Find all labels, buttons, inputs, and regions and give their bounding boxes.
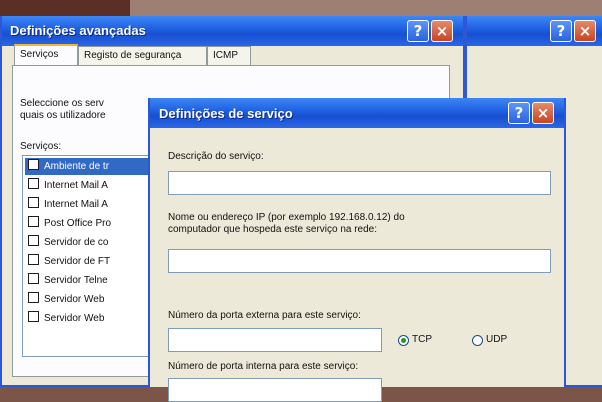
list-item[interactable]: Post Office Pro <box>25 215 153 232</box>
services-description: Seleccione os serv quais os utilizadore <box>20 98 106 121</box>
background-close-button[interactable]: × <box>574 20 596 42</box>
services-label: Serviços: <box>20 141 62 152</box>
advanced-settings-title: Definições avançadas <box>10 23 146 38</box>
service-description-input[interactable] <box>168 171 551 195</box>
external-port-input[interactable] <box>168 328 382 352</box>
services-list[interactable]: Ambiente de tr Internet Mail A Internet … <box>22 155 154 357</box>
udp-radio[interactable] <box>472 335 483 346</box>
close-icon: × <box>536 104 550 122</box>
host-address-input[interactable] <box>168 249 551 273</box>
list-item[interactable]: Servidor Telne <box>25 272 153 289</box>
list-item-label: Ambiente de tr <box>44 161 110 172</box>
service-settings-title: Definições de serviço <box>159 106 293 121</box>
tab-icmp[interactable]: ICMP <box>207 46 251 65</box>
list-item[interactable]: Ambiente de tr <box>25 158 153 175</box>
internal-port-input[interactable] <box>168 378 382 402</box>
checkbox[interactable] <box>28 178 39 189</box>
host-address-label: Nome ou endereço IP (por exemplo 192.168… <box>168 212 405 235</box>
internal-port-label: Número de porta interna para este serviç… <box>168 361 359 372</box>
list-item[interactable]: Servidor de co <box>25 234 153 251</box>
help-icon: ? <box>413 22 423 40</box>
list-item-label: Servidor Telne <box>44 275 108 286</box>
radio-selected-dot <box>401 338 406 343</box>
list-item-label: Internet Mail A <box>44 180 108 191</box>
tcp-label[interactable]: TCP <box>412 334 432 346</box>
list-item-label: Internet Mail A <box>44 199 108 210</box>
checkbox[interactable] <box>28 159 39 170</box>
tcp-radio[interactable] <box>398 335 409 346</box>
list-item[interactable]: Internet Mail A <box>25 196 153 213</box>
checkbox[interactable] <box>28 292 39 303</box>
list-item-label: Servidor de FT <box>44 256 111 267</box>
background-strip <box>0 0 602 16</box>
list-item-label: Servidor Web <box>44 313 105 324</box>
service-settings-dialog: Definições de serviço ? × Descrição do s… <box>148 98 566 402</box>
checkbox[interactable] <box>28 254 39 265</box>
background-help-button[interactable]: ? <box>550 20 572 42</box>
checkbox[interactable] <box>28 235 39 246</box>
checkbox[interactable] <box>28 216 39 227</box>
help-icon: ? <box>556 22 566 40</box>
list-item-label: Post Office Pro <box>44 218 112 229</box>
list-item-label: Servidor Web <box>44 294 105 305</box>
list-item[interactable]: Servidor Web <box>25 310 153 327</box>
close-icon: × <box>578 22 592 40</box>
list-item[interactable]: Internet Mail A <box>25 177 153 194</box>
checkbox[interactable] <box>28 273 39 284</box>
tab-services[interactable]: Serviços <box>14 44 78 65</box>
checkbox[interactable] <box>28 197 39 208</box>
advanced-settings-titlebar[interactable]: Definições avançadas ? × <box>2 16 463 46</box>
list-item-label: Servidor de co <box>44 237 109 248</box>
background-dark-block <box>0 0 130 16</box>
udp-label[interactable]: UDP <box>486 334 507 346</box>
service-help-button[interactable]: ? <box>508 102 530 124</box>
service-description-label: Descrição do serviço: <box>168 151 264 162</box>
list-item[interactable]: Servidor Web <box>25 291 153 308</box>
help-icon: ? <box>514 104 524 122</box>
service-close-button[interactable]: × <box>532 102 554 124</box>
background-window-titlebar[interactable]: ? × <box>467 16 602 46</box>
advanced-close-button[interactable]: × <box>431 20 453 42</box>
close-icon: × <box>435 22 449 40</box>
advanced-help-button[interactable]: ? <box>407 20 429 42</box>
tab-security-log[interactable]: Registo de segurança <box>78 46 207 65</box>
service-settings-titlebar[interactable]: Definições de serviço ? × <box>150 98 564 128</box>
external-port-label: Número da porta externa para este serviç… <box>168 310 361 321</box>
list-item[interactable]: Servidor de FT <box>25 253 153 270</box>
checkbox[interactable] <box>28 311 39 322</box>
